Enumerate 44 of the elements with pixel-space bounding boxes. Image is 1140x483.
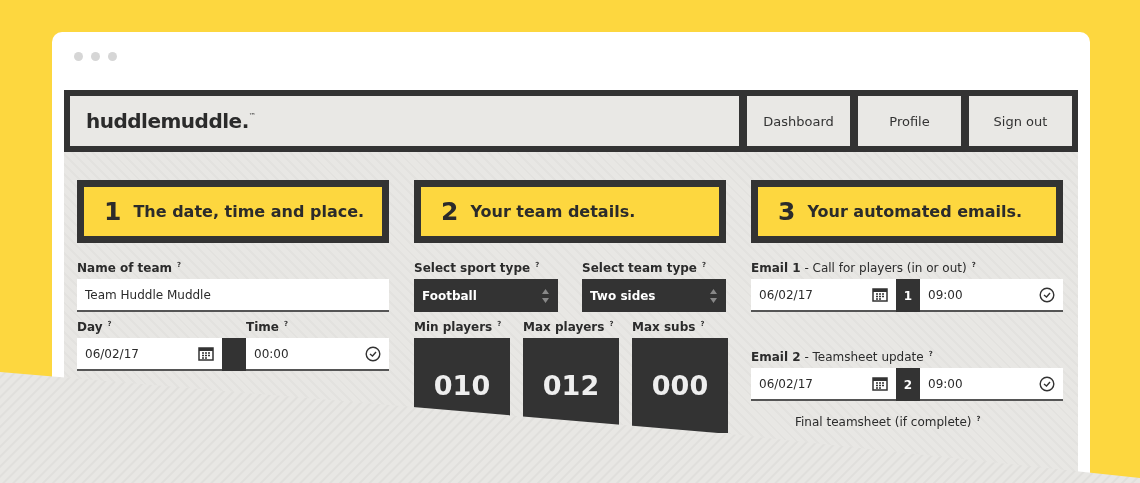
clock-icon[interactable] — [1039, 375, 1055, 392]
date-field[interactable]: 06/02/17 — [751, 368, 896, 401]
window-dot — [74, 52, 83, 61]
calendar-icon[interactable] — [872, 287, 888, 302]
updown-arrows-icon — [541, 287, 550, 304]
calendar-icon[interactable] — [872, 376, 888, 391]
field-label: Email 2 - Teamsheet update — [751, 350, 924, 364]
field-label: Day — [77, 320, 103, 334]
field-label: Name of team — [77, 261, 173, 275]
updown-arrows-icon — [709, 287, 718, 304]
step-number: 3 — [778, 197, 796, 226]
select-field[interactable]: Football — [414, 279, 558, 312]
step-number: 1 — [104, 197, 122, 226]
time-field[interactable]: 00:00 — [246, 338, 389, 371]
field-label: Max players — [523, 320, 605, 334]
email-number: 2 — [896, 368, 920, 401]
select-field[interactable]: Two sides — [582, 279, 726, 312]
field-label: Select sport type — [414, 261, 531, 275]
field-label: Email 1 - Call for players (in or out) — [751, 261, 967, 275]
text-field[interactable]: Team Huddle Muddle — [77, 279, 389, 312]
window-dot — [108, 52, 117, 61]
field-label: Min players — [414, 320, 493, 334]
nav-button[interactable]: Dashboard — [747, 96, 850, 146]
step-title: Your automated emails. — [807, 202, 1023, 221]
clock-icon[interactable] — [365, 345, 381, 362]
field-label: Time — [246, 320, 279, 334]
number-counter[interactable]: 000 — [632, 338, 728, 433]
time-field[interactable]: 09:00 — [920, 279, 1063, 312]
email-number: 1 — [896, 279, 920, 312]
date-field[interactable]: 06/02/17 — [77, 338, 222, 371]
field-label: Select team type — [582, 261, 697, 275]
date-field[interactable]: 06/02/17 — [751, 279, 896, 312]
field-label: Max subs — [632, 320, 696, 334]
step-number: 2 — [441, 197, 459, 226]
step-title: The date, time and place. — [133, 202, 365, 221]
field-label: Final teamsheet (if complete) — [795, 415, 972, 429]
window-dot — [91, 52, 100, 61]
step-title: Your team details. — [470, 202, 636, 221]
nav-button[interactable]: Profile — [858, 96, 961, 146]
logo[interactable]: huddlemuddle. — [86, 109, 249, 133]
calendar-icon[interactable] — [198, 346, 214, 361]
clock-icon[interactable] — [1039, 286, 1055, 303]
nav-button[interactable]: Sign out — [969, 96, 1072, 146]
time-field[interactable]: 09:00 — [920, 368, 1063, 401]
